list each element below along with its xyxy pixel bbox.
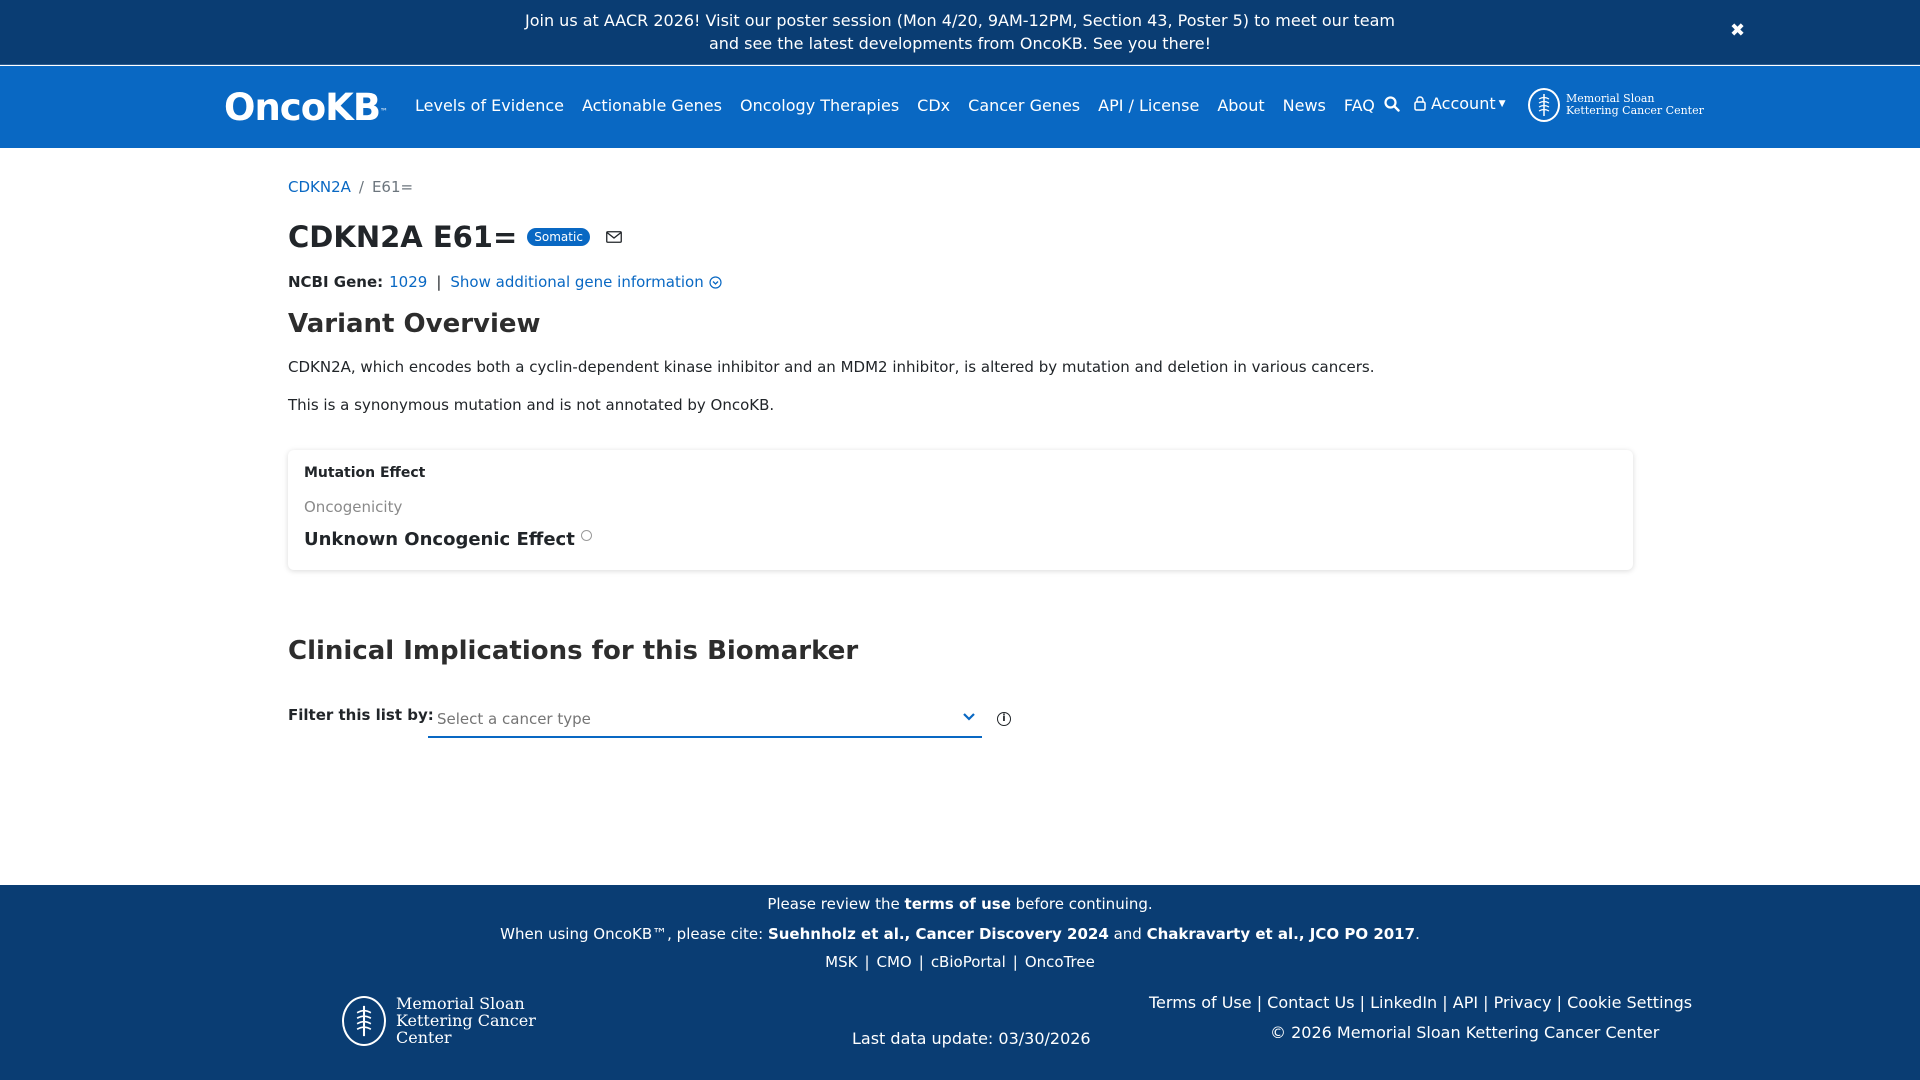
copyright: © 2026 Memorial Sloan Kettering Cancer C… — [1270, 1023, 1660, 1042]
filter-label: Filter this list by: — [288, 706, 434, 724]
breadcrumb: CDKN2A / E61= — [288, 178, 413, 196]
nav-cdx[interactable]: CDx — [917, 96, 950, 115]
ncbi-gene-label: NCBI Gene: — [288, 273, 384, 291]
oncogenicity-value-row: Unknown Oncogenic Effect — [304, 529, 592, 550]
lock-icon — [1414, 96, 1426, 111]
oncokb-logo[interactable]: OncoKB™ — [224, 88, 388, 128]
terms-notice: Please review the terms of use before co… — [767, 895, 1153, 913]
account-menu[interactable]: Account — [1431, 94, 1496, 113]
cancer-type-placeholder: Select a cancer type — [437, 710, 591, 728]
msk-logo-text: Memorial Sloan Kettering Cancer Center — [1566, 92, 1704, 117]
ncbi-gene-link[interactable]: 1029 — [389, 273, 427, 291]
last-data-update: Last data update: 03/30/2026 — [852, 1029, 1091, 1048]
page-title: CDKN2A E61= — [288, 220, 518, 254]
footer-link-oncotree[interactable]: OncoTree — [1025, 953, 1095, 971]
nav-api-license[interactable]: API / License — [1098, 96, 1199, 115]
cancer-type-select[interactable]: Select a cancer type — [428, 700, 982, 738]
oncogenicity-label: Oncogenicity — [304, 498, 403, 516]
footer-msk-logo[interactable]: Memorial Sloan Kettering Cancer Center — [342, 995, 586, 1046]
show-gene-info-link[interactable]: Show additional gene information — [450, 273, 703, 291]
envelope-icon[interactable] — [606, 231, 622, 243]
variant-overview-heading: Variant Overview — [288, 309, 541, 339]
top-navbar: OncoKB™ Levels of Evidence Actionable Ge… — [0, 66, 1920, 148]
info-icon[interactable]: i — [997, 712, 1011, 726]
nav-oncology-therapies[interactable]: Oncology Therapies — [740, 96, 899, 115]
gene-info-row: NCBI Gene: 1029 | Show additional gene i… — [288, 273, 722, 291]
title-row: CDKN2A E61= Somatic — [288, 220, 622, 254]
footer-link-contact[interactable]: Contact Us — [1267, 993, 1354, 1012]
terms-of-use-link[interactable]: terms of use — [905, 895, 1011, 913]
citation-1-link[interactable]: Suehnholz et al., Cancer Discovery 2024 — [768, 925, 1109, 943]
mutation-effect-card: Mutation Effect Oncogenicity Unknown Onc… — [288, 450, 1633, 570]
overview-paragraph-2: This is a synonymous mutation and is not… — [288, 396, 775, 414]
nav-actionable-genes[interactable]: Actionable Genes — [582, 96, 722, 115]
nav-links: Levels of Evidence Actionable Genes Onco… — [415, 96, 1393, 115]
footer: Please review the terms of use before co… — [0, 885, 1920, 1080]
breadcrumb-separator: / — [358, 178, 364, 196]
mutation-effect-title: Mutation Effect — [304, 465, 426, 481]
chevron-down-icon[interactable] — [962, 712, 976, 722]
msk-emblem-icon — [342, 995, 386, 1046]
footer-partner-links: MSK | CMO | cBioPortal | OncoTree — [825, 953, 1095, 971]
footer-link-privacy[interactable]: Privacy — [1494, 993, 1552, 1012]
nav-cancer-genes[interactable]: Cancer Genes — [968, 96, 1080, 115]
chevron-circle-down-icon[interactable] — [709, 275, 722, 289]
citation-2-link[interactable]: Chakravarty et al., JCO PO 2017 — [1147, 925, 1416, 943]
nav-faq[interactable]: FAQ — [1344, 96, 1375, 115]
nav-right: Account ▼ — [1384, 94, 1506, 113]
nav-news[interactable]: News — [1283, 96, 1326, 115]
footer-link-api[interactable]: API — [1453, 993, 1478, 1012]
search-icon[interactable] — [1384, 95, 1400, 112]
footer-link-cbioportal[interactable]: cBioPortal — [931, 953, 1006, 971]
footer-link-cmo[interactable]: CMO — [877, 953, 912, 971]
caret-down-icon: ▼ — [1498, 98, 1506, 109]
separator: | — [436, 273, 442, 291]
overview-paragraph-1: CDKN2A, which encodes both a cyclin-depe… — [288, 358, 1375, 376]
clinical-implications-heading: Clinical Implications for this Biomarker — [288, 636, 859, 666]
oncogenicity-value: Unknown Oncogenic Effect — [304, 529, 575, 550]
footer-link-cookie-settings[interactable]: Cookie Settings — [1567, 993, 1692, 1012]
msk-logo[interactable]: Memorial Sloan Kettering Cancer Center — [1528, 88, 1706, 122]
breadcrumb-variant: E61= — [371, 178, 414, 196]
nav-about[interactable]: About — [1217, 96, 1264, 115]
footer-legal-links: Terms of Use | Contact Us | LinkedIn | A… — [1149, 993, 1693, 1012]
nav-levels-of-evidence[interactable]: Levels of Evidence — [415, 96, 564, 115]
somatic-badge: Somatic — [527, 228, 590, 246]
footer-link-terms[interactable]: Terms of Use — [1149, 993, 1252, 1012]
breadcrumb-gene-link[interactable]: CDKN2A — [288, 178, 351, 196]
msk-emblem-icon — [1528, 88, 1560, 122]
announcement-banner: Join us at AACR 2026! Visit our poster s… — [0, 0, 1920, 65]
oncogenic-status-icon — [580, 530, 592, 541]
footer-link-msk[interactable]: MSK — [825, 953, 857, 971]
footer-link-linkedin[interactable]: LinkedIn — [1370, 993, 1437, 1012]
banner-text: Join us at AACR 2026! Visit our poster s… — [525, 11, 1395, 53]
citation-notice: When using OncoKB™, please cite: Suehnho… — [500, 925, 1420, 943]
footer-msk-logo-text: Memorial Sloan Kettering Cancer Center — [396, 994, 536, 1047]
close-icon[interactable]: ✖ — [1730, 22, 1746, 40]
